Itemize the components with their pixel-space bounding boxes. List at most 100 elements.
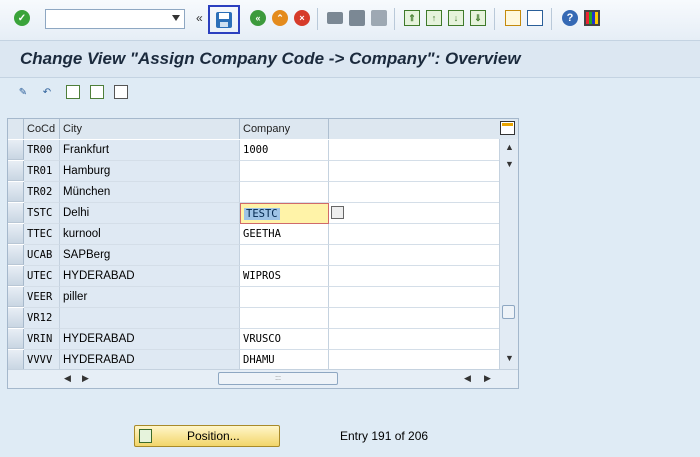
empty-cell — [329, 266, 508, 287]
scroll-left-icon[interactable]: ◀ — [64, 373, 71, 384]
create-session-icon[interactable] — [505, 10, 521, 26]
cocd-cell: TR01 — [24, 161, 60, 182]
deselect-all-icon[interactable] — [114, 85, 128, 99]
select-block-icon[interactable] — [90, 85, 104, 99]
row-selector[interactable] — [8, 140, 24, 160]
cocd-cell: TSTC — [24, 203, 60, 224]
display-change-icon[interactable]: ✎ — [16, 85, 30, 99]
company-input[interactable]: 1000 — [240, 140, 329, 161]
print-icon[interactable] — [327, 12, 343, 24]
separator — [494, 8, 495, 30]
city-cell: Delhi — [60, 203, 240, 224]
empty-cell — [329, 161, 508, 182]
city-cell: HYDERABAD — [60, 266, 240, 287]
city-cell: kurnool — [60, 224, 240, 245]
cocd-cell: VEER — [24, 287, 60, 308]
position-button-label: Position... — [187, 429, 240, 443]
cocd-cell: VRIN — [24, 329, 60, 350]
company-input[interactable]: VRUSCO — [240, 329, 329, 350]
company-input-active[interactable]: TESTC — [240, 203, 329, 224]
table-row: TSTC Delhi TESTC — [24, 203, 508, 224]
row-selector[interactable] — [8, 350, 24, 370]
chevron-down-icon[interactable] — [172, 15, 180, 21]
empty-cell — [329, 287, 508, 308]
scroll-page-up-icon[interactable]: ▼ — [505, 159, 514, 169]
company-input[interactable]: DHAMU — [240, 350, 329, 371]
table-settings-icon[interactable] — [500, 121, 515, 135]
scroll-up-icon[interactable]: ▲ — [505, 142, 514, 152]
customize-layout-icon[interactable] — [584, 10, 600, 26]
position-button[interactable]: Position... — [134, 425, 280, 447]
city-cell: München — [60, 182, 240, 203]
row-selector[interactable] — [8, 245, 24, 265]
horizontal-scroll-thumb[interactable]: ::: — [218, 372, 338, 385]
value-help-icon[interactable] — [331, 206, 344, 219]
back-icon[interactable]: « — [250, 10, 266, 26]
company-input[interactable]: WIPROS — [240, 266, 329, 287]
position-icon — [139, 429, 152, 443]
cocd-cell: TTEC — [24, 224, 60, 245]
scroll-far-left-icon[interactable]: ◀ — [464, 373, 471, 384]
table-row: VEER piller — [24, 287, 508, 308]
more-icon[interactable]: « — [196, 11, 203, 25]
empty-cell — [329, 329, 508, 350]
company-input[interactable] — [240, 287, 329, 308]
cocd-cell: TR02 — [24, 182, 60, 203]
table-row: TR01 Hamburg — [24, 161, 508, 182]
row-selector[interactable] — [8, 308, 24, 328]
command-field[interactable] — [45, 9, 185, 29]
empty-cell — [329, 182, 508, 203]
row-selector[interactable] — [8, 203, 24, 223]
empty-cell — [329, 224, 508, 245]
cancel-icon[interactable]: × — [294, 10, 310, 26]
previous-page-icon[interactable]: ↑ — [426, 10, 442, 26]
empty-cell — [329, 350, 508, 371]
horizontal-scrollbar[interactable]: ◀ ▶ ::: ◀ ▶ — [8, 369, 518, 388]
undo-icon[interactable]: ↶ — [40, 85, 54, 99]
select-all-icon[interactable] — [66, 85, 80, 99]
column-header-city[interactable]: City — [60, 119, 240, 139]
row-selector[interactable] — [8, 287, 24, 307]
row-selector[interactable] — [8, 266, 24, 286]
page-title: Change View "Assign Company Code -> Comp… — [20, 49, 521, 68]
enter-check-icon[interactable]: ✓ — [14, 10, 30, 26]
row-selector[interactable] — [8, 329, 24, 349]
first-page-icon[interactable]: ⇑ — [404, 10, 420, 26]
cocd-cell: UTEC — [24, 266, 60, 287]
select-all-header[interactable] — [8, 119, 24, 139]
save-button[interactable] — [208, 5, 240, 34]
scroll-far-right-icon[interactable]: ▶ — [484, 373, 491, 384]
find-icon[interactable] — [349, 10, 365, 26]
next-page-icon[interactable]: ↓ — [448, 10, 464, 26]
company-input[interactable] — [240, 182, 329, 203]
shortcut-icon[interactable] — [527, 10, 543, 26]
last-page-icon[interactable]: ⇓ — [470, 10, 486, 26]
vertical-scroll-thumb[interactable] — [502, 305, 515, 319]
city-cell: piller — [60, 287, 240, 308]
table-header: CoCd City Company — [8, 119, 518, 139]
cocd-cell: VVVV — [24, 350, 60, 371]
empty-cell — [329, 245, 508, 266]
exit-icon[interactable]: ⌃ — [272, 10, 288, 26]
row-selector[interactable] — [8, 224, 24, 244]
table-row: UCAB SAPBerg — [24, 245, 508, 266]
company-input[interactable]: GEETHA — [240, 224, 329, 245]
cocd-cell: VR12 — [24, 308, 60, 329]
vertical-scrollbar[interactable]: ▲ ▼ ▼ — [499, 139, 518, 369]
scroll-right-icon[interactable]: ▶ — [82, 373, 89, 384]
city-cell: SAPBerg — [60, 245, 240, 266]
empty-cell — [329, 308, 508, 329]
column-header-cocd[interactable]: CoCd — [24, 119, 60, 139]
scroll-down-icon[interactable]: ▼ — [505, 353, 514, 363]
company-input[interactable] — [240, 161, 329, 182]
row-selector[interactable] — [8, 161, 24, 181]
company-input[interactable] — [240, 245, 329, 266]
city-cell: Frankfurt — [60, 140, 240, 161]
table-row: VVVV HYDERABAD DHAMU — [24, 350, 508, 371]
company-input[interactable] — [240, 308, 329, 329]
find-next-icon[interactable] — [371, 10, 387, 26]
row-selector[interactable] — [8, 182, 24, 202]
table-row: UTEC HYDERABAD WIPROS — [24, 266, 508, 287]
column-header-company[interactable]: Company — [240, 119, 329, 139]
help-icon[interactable]: ? — [562, 10, 578, 26]
